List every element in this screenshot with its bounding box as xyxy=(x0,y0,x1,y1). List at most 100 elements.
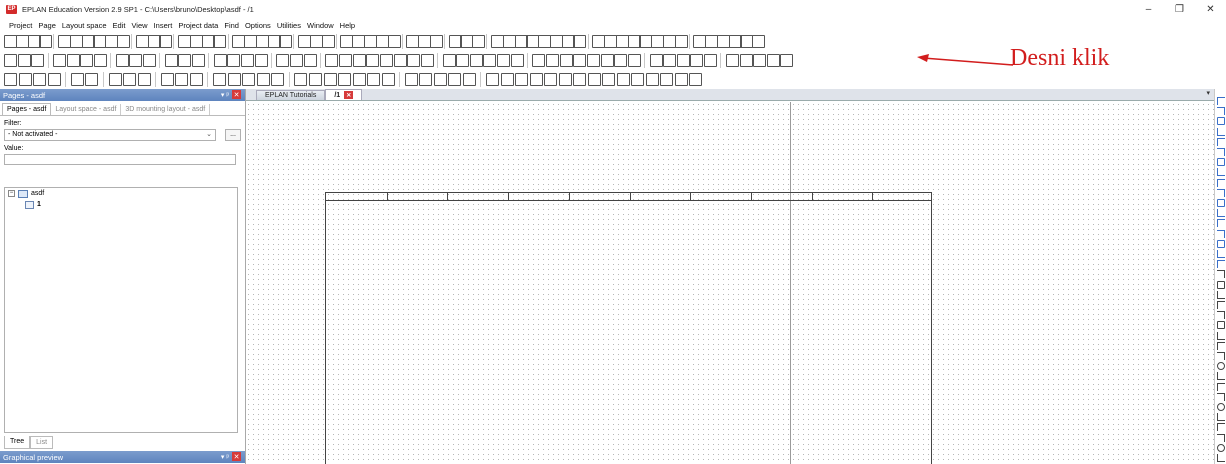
toolbar-tool-icon[interactable] xyxy=(614,54,628,67)
toolbar-tool-icon[interactable] xyxy=(448,73,462,86)
toolbar-tool-icon[interactable] xyxy=(497,54,511,67)
toolbar-tool-icon[interactable] xyxy=(80,54,94,67)
toolbar-tool-icon[interactable] xyxy=(339,54,353,67)
toolbar-tool-icon[interactable] xyxy=(164,54,178,67)
toolbar-tool-icon[interactable] xyxy=(483,54,497,67)
toolbar-tool-icon[interactable] xyxy=(303,54,317,67)
toolbar-tool-icon[interactable] xyxy=(85,73,99,86)
symbol-tool-icon[interactable] xyxy=(1217,280,1225,289)
toolbar-tool-icon[interactable] xyxy=(31,54,45,67)
toolbar-tool-icon[interactable] xyxy=(213,54,227,67)
close-icon[interactable]: ✕ xyxy=(232,452,241,461)
toolbar-tool-icon[interactable] xyxy=(135,35,149,48)
symbol-tool-icon[interactable] xyxy=(1217,137,1225,146)
symbol-tool-icon[interactable] xyxy=(1217,127,1225,136)
toolbar-tool-icon[interactable] xyxy=(429,35,443,48)
toolbar-tool-icon[interactable] xyxy=(645,73,659,86)
toolbar-tool-icon[interactable] xyxy=(175,73,189,86)
maximize-button[interactable]: ❐ xyxy=(1164,0,1195,18)
toolbar-tool-icon[interactable] xyxy=(142,54,156,67)
toolbar-tool-icon[interactable] xyxy=(367,73,381,86)
toolbar-tool-icon[interactable] xyxy=(660,73,674,86)
toolbar-tool-icon[interactable] xyxy=(352,54,366,67)
chevron-down-icon[interactable]: ▾ xyxy=(1206,89,1210,97)
toolbar-tool-icon[interactable] xyxy=(586,54,600,67)
toolbar-tool-icon[interactable] xyxy=(387,35,401,48)
toolbar-tool-icon[interactable] xyxy=(631,73,645,86)
toolbar-tool-icon[interactable] xyxy=(559,54,573,67)
toolbar-tool-icon[interactable] xyxy=(352,73,366,86)
toolbar-tool-icon[interactable] xyxy=(290,54,304,67)
symbol-tool-icon[interactable] xyxy=(1217,423,1225,432)
collapse-icon[interactable]: − xyxy=(8,190,15,197)
toolbar-tool-icon[interactable] xyxy=(241,54,254,67)
tab-eplan-tutorials[interactable]: EPLAN Tutorials xyxy=(256,90,326,100)
symbol-tool-icon[interactable] xyxy=(1217,372,1225,381)
toolbar-tool-icon[interactable] xyxy=(279,35,293,48)
toolbar-tool-icon[interactable] xyxy=(716,35,730,48)
toolbar-tool-icon[interactable] xyxy=(502,35,516,48)
tree-item-project[interactable]: − asdf xyxy=(5,188,237,199)
toolbar-tool-icon[interactable] xyxy=(375,35,389,48)
tab-page-1[interactable]: /1 ✕ xyxy=(325,89,363,100)
filter-options-button[interactable]: ... xyxy=(225,129,241,141)
symbol-tool-icon[interactable] xyxy=(1217,454,1225,462)
toolbar-tool-icon[interactable] xyxy=(600,54,614,67)
toolbar-tool-icon[interactable] xyxy=(108,73,122,86)
symbol-tool-icon[interactable] xyxy=(1217,352,1225,360)
toolbar-tool-icon[interactable] xyxy=(704,54,718,67)
toolbar-tool-icon[interactable] xyxy=(191,54,205,67)
toolbar-tool-icon[interactable] xyxy=(532,54,546,67)
toolbar-tool-icon[interactable] xyxy=(627,54,641,67)
toolbar-tool-icon[interactable] xyxy=(66,54,80,67)
tab-tree[interactable]: Tree xyxy=(4,436,31,449)
toolbar-tool-icon[interactable] xyxy=(255,35,269,48)
toolbar-tool-icon[interactable] xyxy=(587,73,601,86)
toolbar-tool-icon[interactable] xyxy=(407,54,421,67)
toolbar-tool-icon[interactable] xyxy=(93,54,107,67)
toolbar-tool-icon[interactable] xyxy=(573,35,587,48)
menu-edit[interactable]: Edit xyxy=(110,21,129,30)
minimize-button[interactable]: – xyxy=(1133,0,1164,18)
symbol-tool-icon[interactable] xyxy=(1217,117,1225,126)
toolbar-tool-icon[interactable] xyxy=(276,54,290,67)
toolbar-tool-icon[interactable] xyxy=(404,73,418,86)
toolbar-tool-icon[interactable] xyxy=(189,73,203,86)
symbol-tool-icon[interactable] xyxy=(1217,107,1225,116)
toolbar-tool-icon[interactable] xyxy=(338,73,352,86)
menu-find[interactable]: Find xyxy=(221,21,242,30)
toolbar-tool-icon[interactable] xyxy=(129,54,143,67)
value-input[interactable] xyxy=(4,154,236,165)
symbol-tool-icon[interactable] xyxy=(1217,260,1225,269)
toolbar-tool-icon[interactable] xyxy=(752,35,766,48)
toolbar-tool-icon[interactable] xyxy=(689,73,703,86)
symbol-tool-icon[interactable] xyxy=(1217,403,1225,411)
filter-select[interactable]: - Not activated - ⌄ ... xyxy=(4,129,241,141)
toolbar-tool-icon[interactable] xyxy=(379,54,393,67)
drawing-canvas[interactable] xyxy=(246,102,1214,464)
tab-list[interactable]: List xyxy=(30,436,54,449)
toolbar-tool-icon[interactable] xyxy=(469,54,483,67)
menu-options[interactable]: Options xyxy=(242,21,274,30)
toolbar-tool-icon[interactable] xyxy=(649,54,663,67)
symbol-tool-icon[interactable] xyxy=(1217,341,1225,350)
toolbar-tool-icon[interactable] xyxy=(123,73,137,86)
symbol-tool-icon[interactable] xyxy=(1217,301,1225,309)
symbol-tool-icon[interactable] xyxy=(1217,362,1225,371)
toolbar-tool-icon[interactable] xyxy=(510,54,524,67)
toolbar-tool-icon[interactable] xyxy=(4,73,17,86)
toolbar-tool-icon[interactable] xyxy=(616,73,630,86)
toolbar-tool-icon[interactable] xyxy=(323,73,337,86)
toolbar-tool-icon[interactable] xyxy=(674,35,688,48)
toolbar-tool-icon[interactable] xyxy=(393,54,407,67)
toolbar-tool-icon[interactable] xyxy=(500,73,514,86)
toolbar-tool-icon[interactable] xyxy=(178,54,192,67)
symbol-tool-icon[interactable] xyxy=(1217,311,1225,320)
toolbar-tool-icon[interactable] xyxy=(33,73,47,86)
toolbar-tool-icon[interactable] xyxy=(160,73,174,86)
toolbar-tool-icon[interactable] xyxy=(242,73,256,86)
symbol-tool-icon[interactable] xyxy=(1217,321,1225,330)
toolbar-tool-icon[interactable] xyxy=(213,73,227,86)
toolbar-tool-icon[interactable] xyxy=(115,54,129,67)
toolbar-tool-icon[interactable] xyxy=(15,35,29,48)
